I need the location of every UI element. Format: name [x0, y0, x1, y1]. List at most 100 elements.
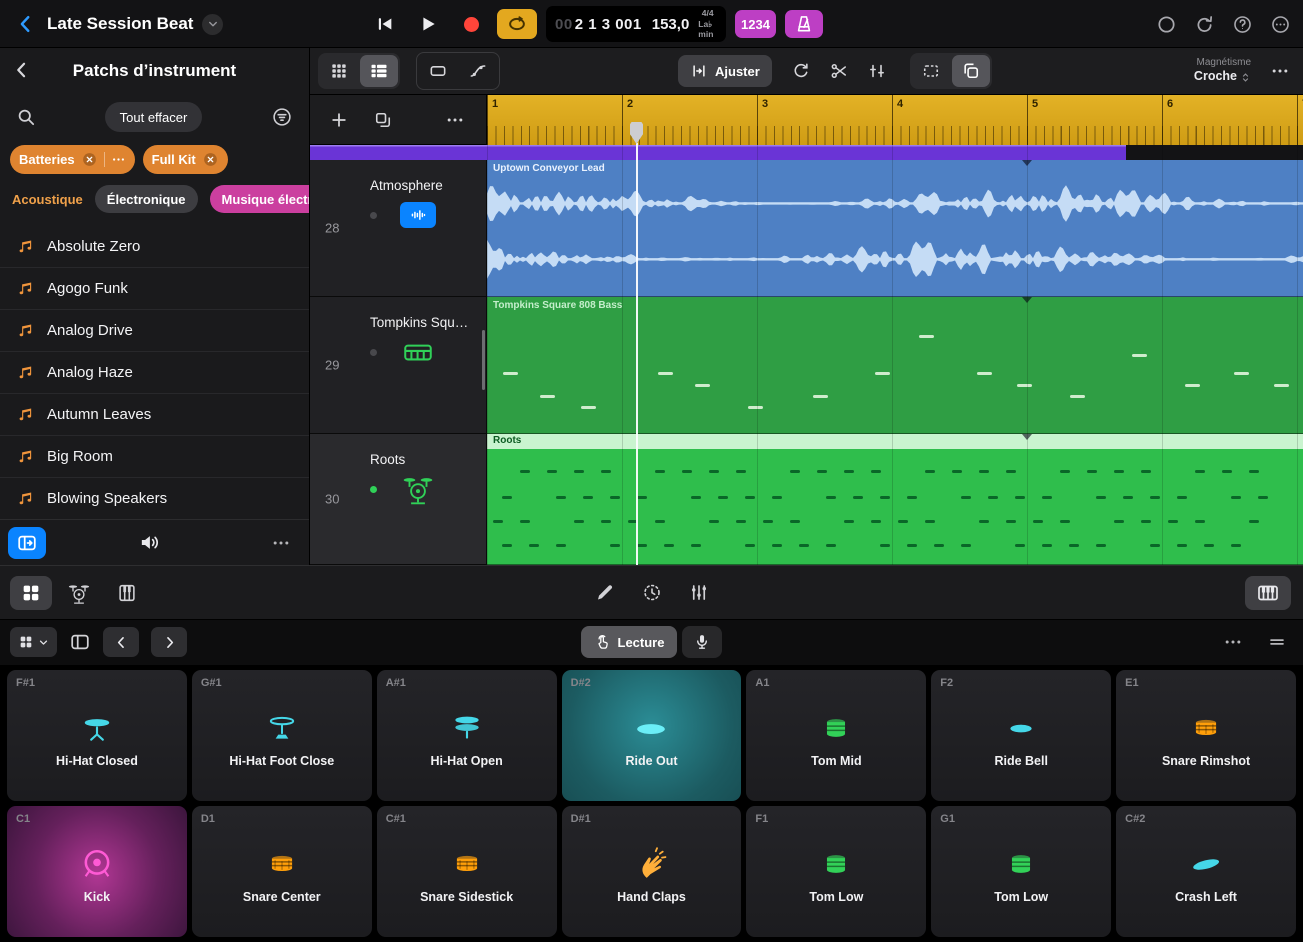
patch-list-item[interactable]: Analog Haze [0, 352, 309, 394]
mixer-button[interactable] [688, 582, 709, 603]
snap-label: Magnétisme [1194, 57, 1251, 70]
drum-pad-hi-hat-open[interactable]: A#1Hi-Hat Open [377, 670, 557, 801]
filter-button[interactable] [271, 106, 293, 128]
drum-pad-snare-sidestick[interactable]: C#1Snare Sidestick [377, 806, 557, 937]
microphone-button[interactable] [682, 626, 722, 658]
track-record-dot [370, 486, 377, 493]
marquee-button[interactable] [912, 55, 950, 87]
region-purple-partial[interactable] [310, 145, 1126, 160]
count-in-button[interactable]: 1234 [735, 10, 776, 38]
adjust-button[interactable]: Ajuster [678, 55, 772, 87]
loop-region-button[interactable] [782, 55, 820, 87]
automation-mode-button[interactable] [459, 55, 497, 87]
browser-toggle-button[interactable] [8, 527, 46, 559]
region-mode-button[interactable] [419, 55, 457, 87]
pad-bank-previous-button[interactable] [103, 627, 139, 657]
track-header-roots[interactable]: 30 Roots [310, 434, 487, 565]
region-uptown-conveyor-lead[interactable]: Uptown Conveyor Lead [487, 160, 1303, 297]
bar-ruler[interactable]: 1234567 [487, 95, 1303, 145]
pad-bank-next-button[interactable] [151, 627, 187, 657]
pad-note-label: C#1 [386, 813, 406, 825]
clear-all-button[interactable]: Tout effacer [105, 102, 203, 132]
pad-label: Snare Center [192, 890, 372, 904]
pad-note-label: F1 [755, 813, 768, 825]
track-header-tompkins[interactable]: 29 Tompkins Squ… [310, 297, 487, 434]
keys-view-button[interactable] [106, 576, 148, 610]
drum-pad-snare-rimshot[interactable]: E1Snare Rimshot [1116, 670, 1296, 801]
automation-icon [468, 61, 488, 81]
split-button[interactable] [820, 55, 858, 87]
patch-list-item[interactable]: Big Room [0, 436, 309, 478]
region-tompkins-square-808-bass[interactable]: Tompkins Square 808 Bass [487, 297, 1303, 434]
tracks-more-button[interactable] [1265, 55, 1295, 87]
midi-note [1274, 384, 1289, 387]
undo-button[interactable] [1194, 14, 1215, 35]
pad-note-label: D1 [201, 813, 215, 825]
drum-pad-ride-bell[interactable]: F2Ride Bell [931, 670, 1111, 801]
category-acoustique[interactable]: Acoustique [12, 192, 83, 207]
region-roots[interactable]: Roots [487, 434, 1303, 565]
hand-tap-icon [594, 634, 611, 651]
back-button[interactable] [14, 7, 38, 41]
activity-ring-button[interactable] [1156, 14, 1177, 35]
category-electronique[interactable]: Électronique [95, 185, 198, 213]
midi-note [601, 520, 611, 523]
track-header-atmosphere[interactable]: 28 Atmosphere [310, 160, 487, 297]
browser-more-button[interactable] [271, 533, 291, 553]
help-button[interactable] [1232, 14, 1253, 35]
more-icon [271, 533, 291, 553]
drum-pad-snare-center[interactable]: D1 Snare Center [192, 806, 372, 937]
quantize-button[interactable] [641, 582, 662, 603]
drum-pad-hand-claps[interactable]: D#1Hand Claps [562, 806, 742, 937]
patch-list-item[interactable]: Analog Drive [0, 310, 309, 352]
remove-tag-icon[interactable] [81, 151, 98, 168]
snap-selector[interactable]: Magnétisme Croche [1194, 57, 1251, 85]
drum-pad-hi-hat-closed[interactable]: F#1Hi-Hat Closed [7, 670, 187, 801]
keyboard-toggle-button[interactable] [1245, 576, 1291, 610]
project-title[interactable]: Late Session Beat [47, 14, 193, 34]
pads-more-button[interactable] [1223, 632, 1243, 652]
midi-transform-button[interactable] [858, 55, 896, 87]
drum-pad-tom-mid[interactable]: A1Tom Mid [746, 670, 926, 801]
project-menu-button[interactable] [202, 14, 223, 35]
duplicate-track-button[interactable] [364, 104, 402, 136]
pads-sidebar-toggle-button[interactable] [69, 631, 91, 653]
pencil-tool-button[interactable] [594, 582, 615, 603]
marquee-icon [921, 61, 941, 81]
drum-pad-ride-out[interactable]: D#2Ride Out [562, 670, 742, 801]
panel-resize-handle[interactable] [1265, 633, 1289, 651]
track-scrollbar[interactable] [482, 330, 485, 390]
search-button[interactable] [16, 107, 36, 127]
drum-pad-tom-low[interactable]: F1Tom Low [746, 806, 926, 937]
metronome-button[interactable] [785, 10, 823, 38]
track-list-view-button[interactable] [360, 55, 398, 87]
copy-button[interactable] [952, 55, 990, 87]
patch-list-item[interactable]: Absolute Zero [0, 226, 309, 268]
pads-view-button[interactable] [10, 576, 52, 610]
remove-tag-icon[interactable] [202, 151, 219, 168]
preview-volume-button[interactable] [138, 531, 161, 554]
drum-pad-hi-hat-foot-close[interactable]: G#1Hi-Hat Foot Close [192, 670, 372, 801]
track-list-more-button[interactable] [436, 104, 474, 136]
drum-pad-kick[interactable]: C1Kick [7, 806, 187, 937]
add-track-button[interactable] [320, 104, 358, 136]
drum-kit-view-button[interactable] [58, 576, 100, 610]
cycle-button[interactable] [497, 9, 537, 39]
more-options-button[interactable] [1270, 14, 1291, 35]
patch-list-item[interactable]: Blowing Speakers [0, 478, 309, 520]
drum-pad-crash-left[interactable]: C#2Crash Left [1116, 806, 1296, 937]
play-button[interactable] [411, 7, 445, 41]
go-to-beginning-button[interactable] [368, 7, 402, 41]
category-musique-electronique[interactable]: Musique électronique [210, 185, 309, 213]
grid-view-button[interactable] [320, 55, 358, 87]
filter-tag-full-kit[interactable]: Full Kit [143, 145, 228, 174]
filter-tag-batteries[interactable]: Batteries [10, 145, 135, 174]
drum-pad-tom-low[interactable]: G1Tom Low [931, 806, 1111, 937]
record-button[interactable] [454, 7, 488, 41]
play-mode-button[interactable]: Lecture [581, 626, 678, 658]
patch-list-item[interactable]: Agogo Funk [0, 268, 309, 310]
pad-layout-selector[interactable] [10, 627, 57, 657]
lcd-display[interactable]: 00 2 1 3 001 153,0 4/4 La♭ min [546, 6, 726, 42]
tag-more-icon[interactable] [111, 152, 126, 167]
patch-list-item[interactable]: Autumn Leaves [0, 394, 309, 436]
